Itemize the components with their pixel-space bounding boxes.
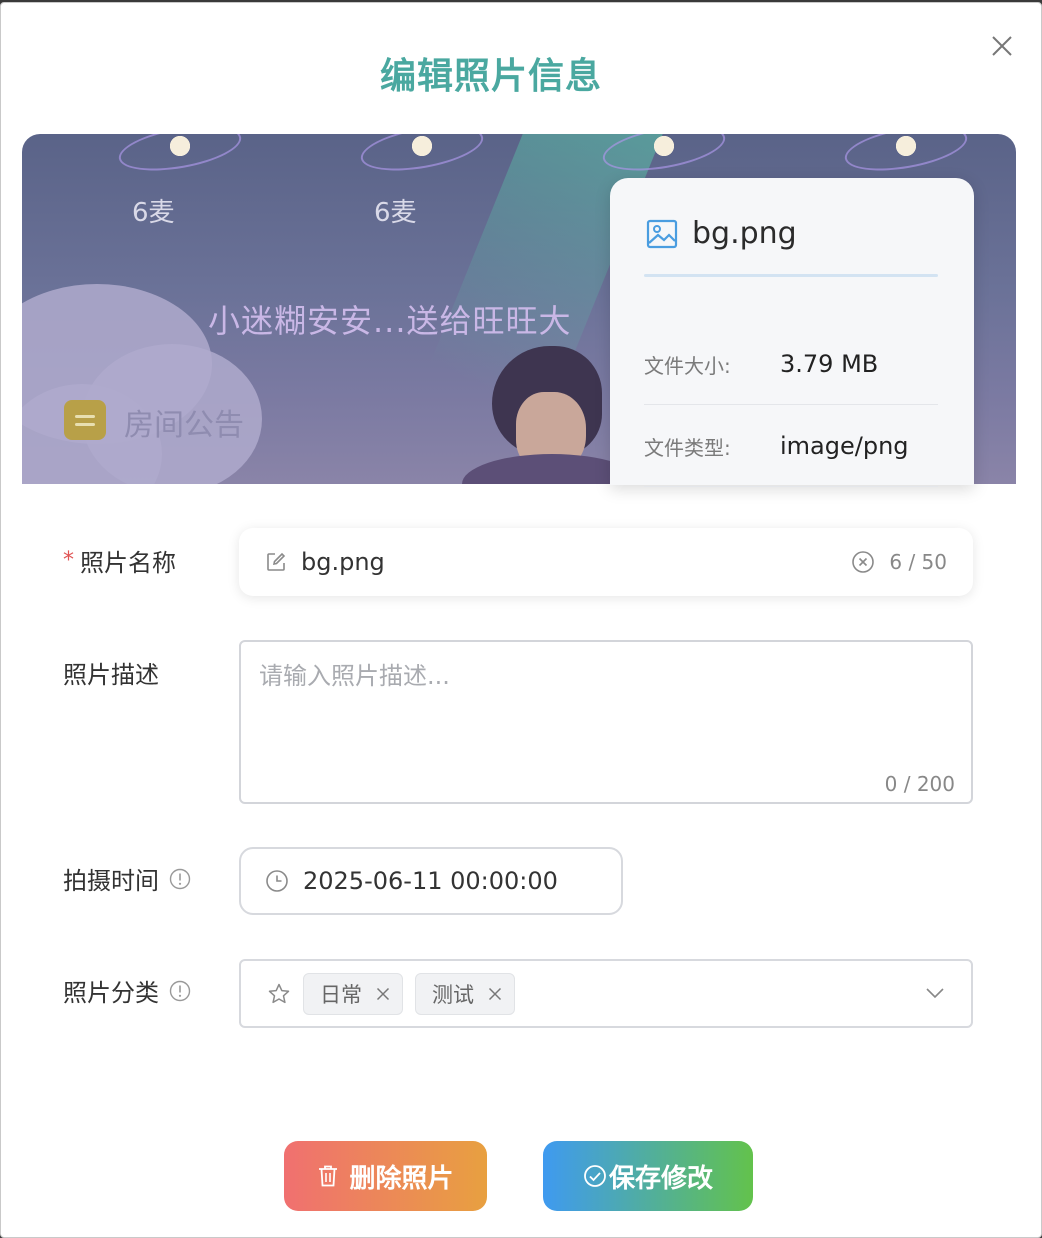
preview-seat-heart xyxy=(642,134,686,164)
shoot-time-picker[interactable]: 2025-06-11 00:00:00 xyxy=(239,847,623,915)
file-name: bg.png xyxy=(692,216,797,251)
photo-description-counter: 0 / 200 xyxy=(884,772,955,796)
save-changes-button[interactable]: 保存修改 xyxy=(543,1141,753,1211)
edit-photo-dialog: 编辑照片信息 6麦 6麦 小迷糊安安...送给旺旺大 房间公告 bg.png 文… xyxy=(0,2,1042,1238)
chevron-down-icon[interactable] xyxy=(925,983,945,1007)
shoot-time-label-text: 拍摄时间 xyxy=(63,867,159,895)
shoot-time-label: 拍摄时间 xyxy=(63,861,191,896)
photo-category-select[interactable]: 日常 测试 xyxy=(239,959,973,1028)
file-name-divider xyxy=(644,274,938,277)
category-tag: 日常 xyxy=(303,972,403,1015)
file-name-row: bg.png xyxy=(646,216,797,251)
category-tag-label: 日常 xyxy=(320,982,362,1007)
photo-description-placeholder: 请输入照片描述... xyxy=(259,662,450,690)
notice-icon xyxy=(64,400,106,440)
close-button[interactable] xyxy=(987,31,1017,61)
image-icon xyxy=(646,219,678,248)
edit-icon xyxy=(267,552,286,571)
photo-category-label: 照片分类 xyxy=(63,973,191,1008)
file-size-row: 文件大小: 3.79 MB xyxy=(644,324,938,405)
photo-name-input[interactable]: bg.png 6 / 50 xyxy=(239,528,973,596)
file-type-label: 文件类型: xyxy=(644,435,731,460)
photo-description-textarea[interactable]: 请输入照片描述... 0 / 200 xyxy=(239,640,973,804)
file-info-card: bg.png 文件大小: 3.79 MB 文件类型: image/png xyxy=(610,178,974,487)
star-icon xyxy=(268,983,290,1003)
tag-remove-icon[interactable] xyxy=(488,987,502,1001)
delete-photo-button[interactable]: 删除照片 xyxy=(284,1141,487,1211)
required-mark: * xyxy=(63,548,74,573)
tag-remove-icon[interactable] xyxy=(376,987,390,1001)
save-changes-label: 保存修改 xyxy=(608,1163,713,1194)
file-type-row: 文件类型: image/png xyxy=(644,406,938,487)
category-tag-label: 测试 xyxy=(432,982,474,1007)
close-icon xyxy=(992,36,1012,56)
preview-seat-heart xyxy=(158,134,202,164)
shoot-time-value: 2025-06-11 00:00:00 xyxy=(303,867,558,895)
delete-photo-label: 删除照片 xyxy=(349,1163,454,1194)
photo-category-label-text: 照片分类 xyxy=(63,979,159,1007)
preview-notice-text: 房间公告 xyxy=(124,408,244,443)
dialog-title: 编辑照片信息 xyxy=(379,56,602,97)
preview-mic-label: 6麦 xyxy=(374,198,417,228)
info-icon[interactable] xyxy=(169,868,191,890)
trash-icon xyxy=(317,1164,339,1188)
preview-seat-heart xyxy=(884,134,928,164)
preview-gift-text: 小迷糊安安...送给旺旺大 xyxy=(208,302,572,340)
file-size-value: 3.79 MB xyxy=(780,350,879,378)
category-tag: 测试 xyxy=(415,972,515,1015)
photo-name-value: bg.png xyxy=(301,548,385,576)
preview-mic-label: 6麦 xyxy=(132,198,175,228)
photo-name-counter: 6 / 50 xyxy=(889,550,947,574)
clock-icon xyxy=(266,870,288,892)
preview-seat-heart xyxy=(400,134,444,164)
photo-name-label-text: 照片名称 xyxy=(80,549,176,577)
file-type-value: image/png xyxy=(780,432,909,460)
photo-name-label: * 照片名称 xyxy=(63,543,176,578)
file-size-label: 文件大小: xyxy=(644,353,731,378)
photo-description-label: 照片描述 xyxy=(63,661,159,689)
info-icon[interactable] xyxy=(169,980,191,1002)
clear-icon[interactable] xyxy=(851,550,875,574)
check-circle-icon xyxy=(583,1164,607,1188)
